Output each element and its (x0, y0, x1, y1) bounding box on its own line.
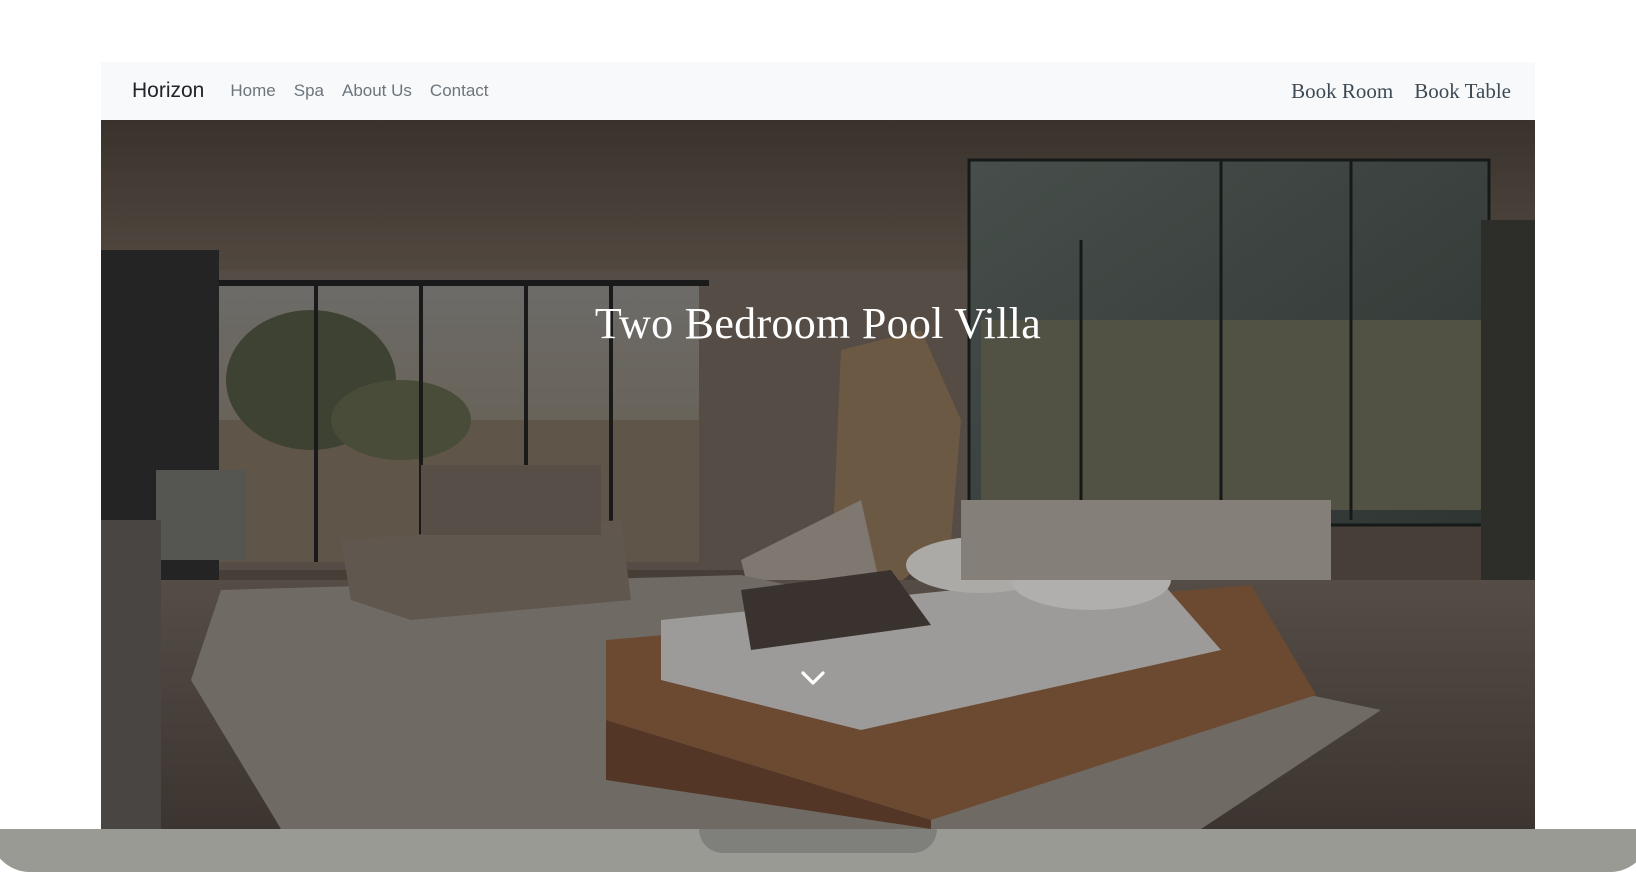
nav-link-contact[interactable]: Contact (430, 81, 489, 101)
hero-title: Two Bedroom Pool Villa (594, 299, 1042, 348)
browser-viewport: Horizon Home Spa About Us Contact Book R… (101, 62, 1535, 829)
nav-link-spa[interactable]: Spa (294, 81, 324, 101)
nav-actions: Book Room Book Table (1291, 62, 1511, 120)
navbar: Horizon Home Spa About Us Contact Book R… (101, 62, 1535, 120)
nav-links: Home Spa About Us Contact (230, 81, 506, 101)
book-table-link[interactable]: Book Table (1414, 79, 1511, 104)
hero-banner: Two Bedroom Pool Villa (101, 120, 1535, 829)
laptop-notch (699, 829, 937, 853)
book-room-link[interactable]: Book Room (1291, 79, 1393, 104)
nav-link-about-us[interactable]: About Us (342, 81, 412, 101)
brand-logo[interactable]: Horizon (132, 79, 204, 103)
hero-background-image (101, 120, 1535, 829)
chevron-down-icon[interactable] (798, 666, 828, 690)
nav-link-home[interactable]: Home (230, 81, 275, 101)
